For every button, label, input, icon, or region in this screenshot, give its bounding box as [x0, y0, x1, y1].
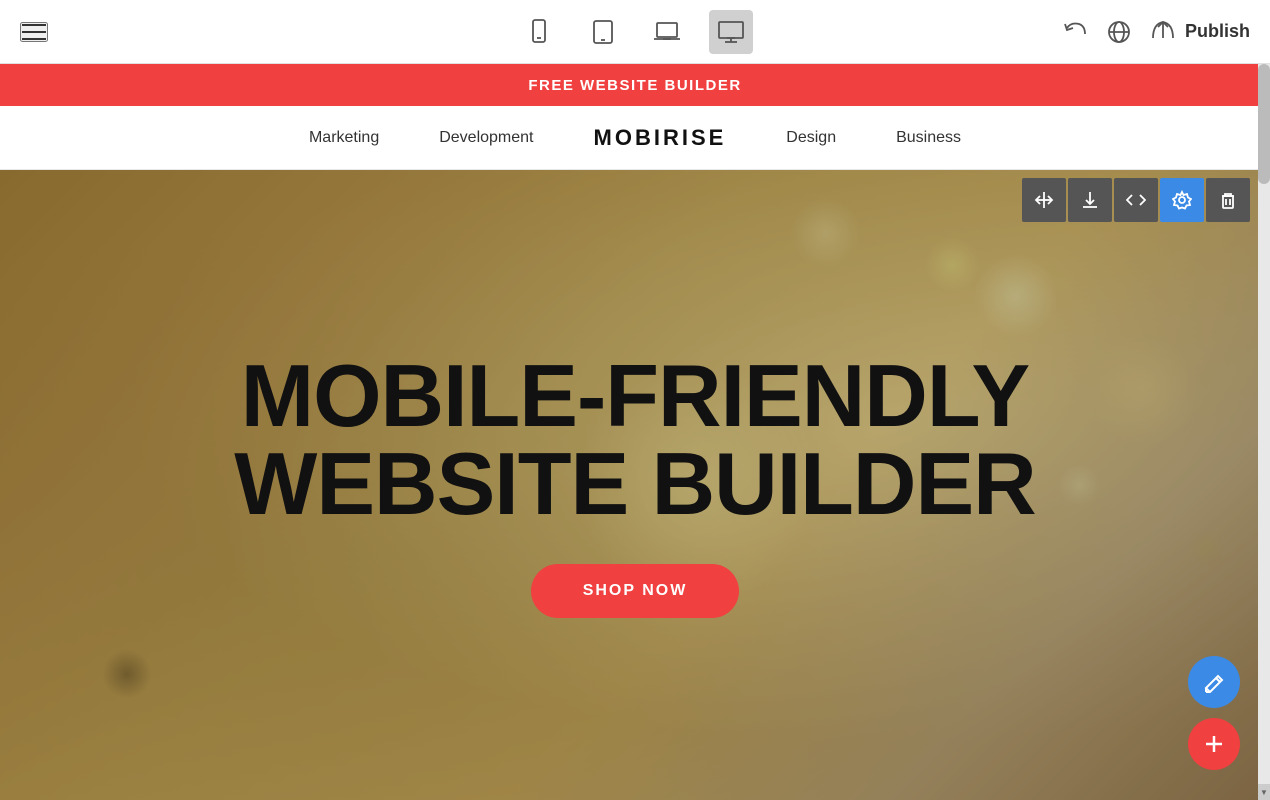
section-download-button[interactable]: [1068, 178, 1112, 222]
hero-title-line2: WEBSITE BUILDER: [234, 434, 1035, 533]
site-logo[interactable]: MOBIRISE: [594, 125, 727, 151]
toolbar-left: [20, 22, 48, 42]
promo-banner: FREE WEBSITE BUILDER: [0, 64, 1270, 106]
hero-title-line1: MOBILE-FRIENDLY: [241, 346, 1029, 445]
menu-button[interactable]: [20, 22, 48, 42]
preview-button[interactable]: [1105, 18, 1133, 46]
nav-item-business[interactable]: Business: [896, 129, 961, 147]
section-toolbar: [1022, 178, 1250, 222]
publish-button[interactable]: Publish: [1149, 18, 1250, 46]
toolbar-right: Publish: [1061, 18, 1250, 46]
nav-item-design[interactable]: Design: [786, 129, 836, 147]
hero-section: MOBILE-FRIENDLY WEBSITE BUILDER SHOP NOW: [0, 170, 1270, 800]
section-code-button[interactable]: [1114, 178, 1158, 222]
mobile-view-button[interactable]: [517, 10, 561, 54]
section-delete-button[interactable]: [1206, 178, 1250, 222]
site-nav: Marketing Development MOBIRISE Design Bu…: [0, 106, 1270, 170]
add-block-button[interactable]: [1188, 718, 1240, 770]
section-move-button[interactable]: [1022, 178, 1066, 222]
promo-text: FREE WEBSITE BUILDER: [528, 77, 741, 94]
desktop-view-button[interactable]: [709, 10, 753, 54]
publish-label: Publish: [1185, 21, 1250, 42]
hero-content: MOBILE-FRIENDLY WEBSITE BUILDER SHOP NOW: [0, 170, 1270, 800]
nav-item-development[interactable]: Development: [439, 129, 533, 147]
section-settings-button[interactable]: [1160, 178, 1204, 222]
device-switcher: [517, 10, 753, 54]
float-buttons: [1188, 656, 1240, 770]
undo-button[interactable]: [1061, 18, 1089, 46]
hero-title: MOBILE-FRIENDLY WEBSITE BUILDER: [234, 352, 1035, 528]
top-toolbar: Publish: [0, 0, 1270, 64]
hero-cta-button[interactable]: SHOP NOW: [531, 564, 740, 618]
scrollbar-thumb[interactable]: [1258, 64, 1270, 184]
laptop-view-button[interactable]: [645, 10, 689, 54]
nav-item-marketing[interactable]: Marketing: [309, 129, 379, 147]
tablet-view-button[interactable]: [581, 10, 625, 54]
edit-float-button[interactable]: [1188, 656, 1240, 708]
